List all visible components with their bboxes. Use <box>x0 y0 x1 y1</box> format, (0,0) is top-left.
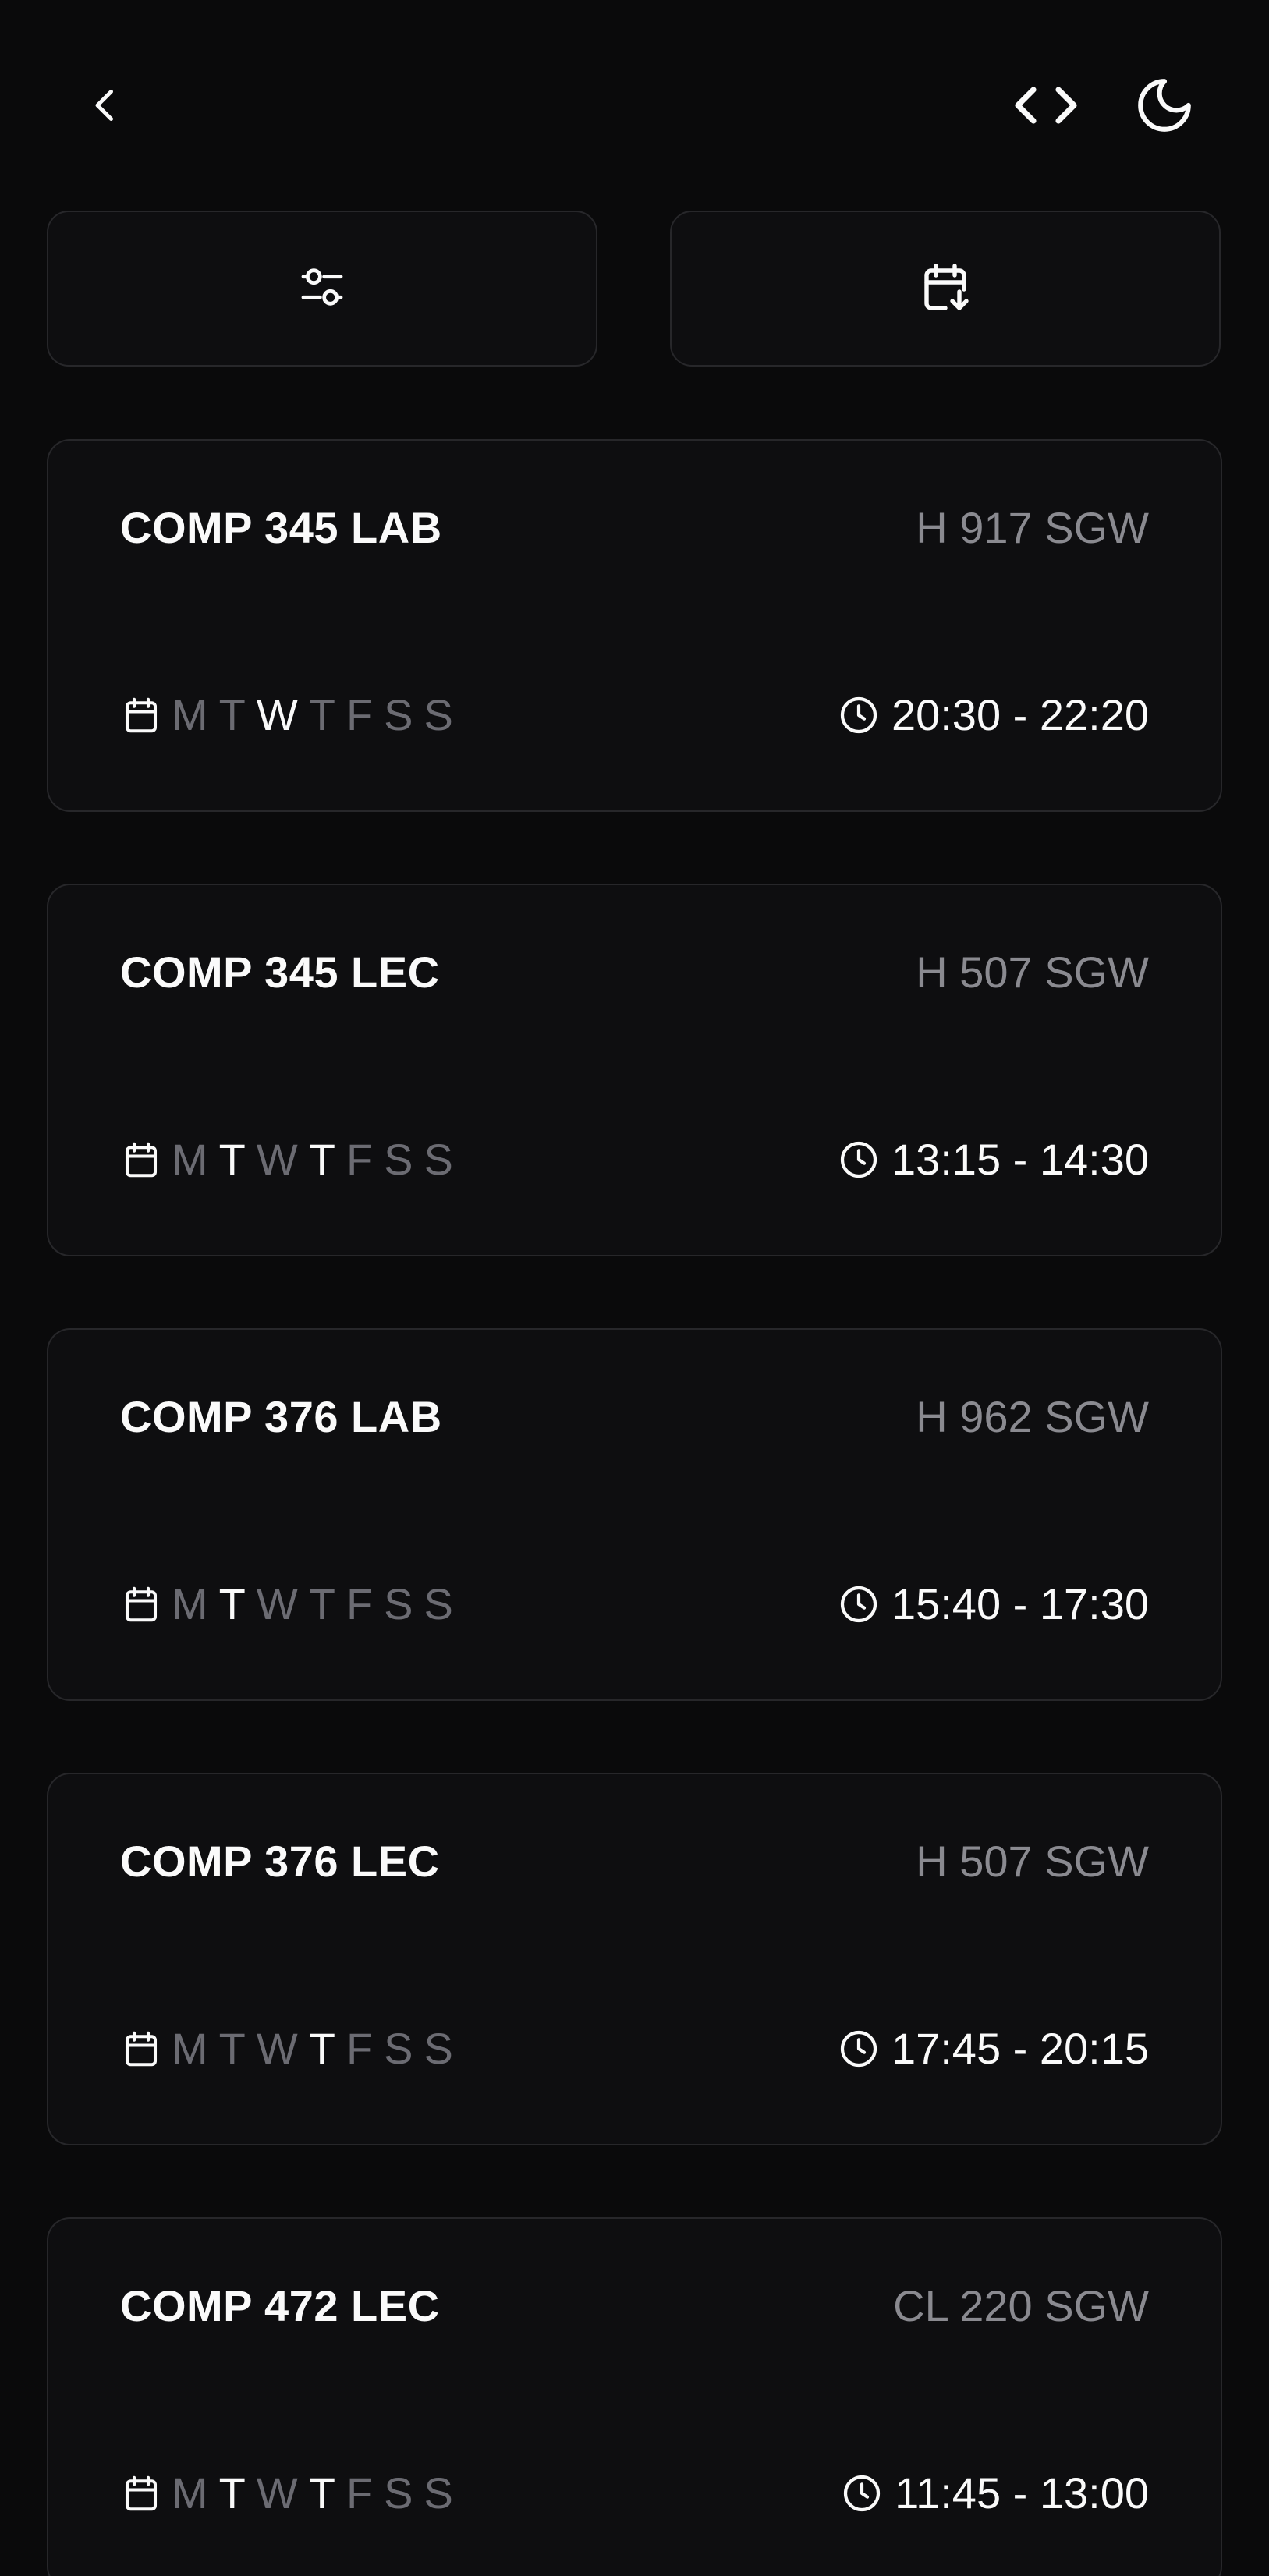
day-m: M <box>172 690 208 739</box>
filter-button[interactable] <box>47 211 597 367</box>
calendar-icon <box>120 1139 162 1181</box>
theme-toggle-button[interactable] <box>1125 66 1203 144</box>
day-f: F <box>346 1135 374 1184</box>
day-w-active: W <box>256 690 298 739</box>
day-m: M <box>172 2468 208 2518</box>
clock-icon <box>837 2027 881 2071</box>
weekday-indicator: MTWTFSS <box>120 692 464 739</box>
calendar-download-icon <box>917 259 973 319</box>
day-t-active: T <box>308 2468 335 2518</box>
course-list: COMP 345 LAB H 917 SGW MTWTFSS 20:30 - 2… <box>47 439 1222 2576</box>
day-s: S <box>424 1579 453 1628</box>
calendar-icon <box>120 1583 162 1625</box>
day-m: M <box>172 2024 208 2073</box>
day-t: T <box>218 2024 246 2073</box>
day-s: S <box>424 1135 453 1184</box>
room-label: H 507 SGW <box>916 948 1149 997</box>
course-card[interactable]: COMP 472 LEC CL 220 SGW MTWTFSS 11:45 - … <box>47 2217 1222 2576</box>
chevron-left-icon <box>82 82 129 129</box>
day-t: T <box>308 1579 335 1628</box>
day-t-active: T <box>218 2468 246 2518</box>
time-text: 13:15 - 14:30 <box>891 1135 1149 1184</box>
clock-icon <box>837 693 881 737</box>
room-label: H 507 SGW <box>916 1837 1149 1886</box>
day-m: M <box>172 1579 208 1628</box>
day-w: W <box>256 1135 298 1184</box>
code-icon <box>1008 68 1083 143</box>
course-name: COMP 472 LEC <box>120 2281 440 2330</box>
time-range: 17:45 - 20:15 <box>837 2025 1149 2072</box>
clock-icon <box>840 2471 884 2515</box>
day-f: F <box>346 690 374 739</box>
day-f: F <box>346 2468 374 2518</box>
export-calendar-button[interactable] <box>670 211 1221 367</box>
day-s: S <box>384 2468 413 2518</box>
weekday-indicator: MTWTFSS <box>120 1136 464 1183</box>
day-t: T <box>218 690 246 739</box>
time-range: 20:30 - 22:20 <box>837 692 1149 739</box>
day-s: S <box>384 2024 413 2073</box>
day-s: S <box>424 2024 453 2073</box>
day-m: M <box>172 1135 208 1184</box>
back-button[interactable] <box>66 66 144 144</box>
day-t-active: T <box>218 1579 246 1628</box>
day-s: S <box>384 1579 413 1628</box>
time-range: 15:40 - 17:30 <box>837 1581 1149 1628</box>
course-card[interactable]: COMP 376 LEC H 507 SGW MTWTFSS 17:45 - 2… <box>47 1773 1222 2145</box>
time-text: 11:45 - 13:00 <box>895 2468 1149 2518</box>
course-name: COMP 376 LAB <box>120 1392 442 1441</box>
course-card[interactable]: COMP 345 LAB H 917 SGW MTWTFSS 20:30 - 2… <box>47 439 1222 812</box>
day-s: S <box>384 1135 413 1184</box>
course-name: COMP 345 LEC <box>120 948 440 997</box>
day-t-active: T <box>308 2024 335 2073</box>
time-text: 17:45 - 20:15 <box>891 2024 1149 2073</box>
sliders-icon <box>297 262 347 316</box>
day-t: T <box>308 690 335 739</box>
time-text: 20:30 - 22:20 <box>891 690 1149 739</box>
time-range: 11:45 - 13:00 <box>840 2470 1149 2517</box>
moon-icon <box>1133 73 1196 137</box>
clock-icon <box>837 1582 881 1626</box>
course-card[interactable]: COMP 376 LAB H 962 SGW MTWTFSS 15:40 - 1… <box>47 1328 1222 1701</box>
code-button[interactable] <box>1007 66 1085 144</box>
schedule-page: COMP 345 LAB H 917 SGW MTWTFSS 20:30 - 2… <box>0 0 1269 2576</box>
day-w: W <box>256 1579 298 1628</box>
course-name: COMP 376 LEC <box>120 1837 440 1886</box>
day-t-active: T <box>218 1135 246 1184</box>
calendar-icon <box>120 2028 162 2070</box>
room-label: H 917 SGW <box>916 503 1149 552</box>
calendar-icon <box>120 694 162 736</box>
weekday-indicator: MTWTFSS <box>120 2470 464 2517</box>
day-s: S <box>384 690 413 739</box>
clock-icon <box>837 1138 881 1182</box>
calendar-icon <box>120 2472 162 2514</box>
day-w: W <box>256 2468 298 2518</box>
time-range: 13:15 - 14:30 <box>837 1136 1149 1183</box>
weekday-indicator: MTWTFSS <box>120 1581 464 1628</box>
day-s: S <box>424 2468 453 2518</box>
weekday-indicator: MTWTFSS <box>120 2025 464 2072</box>
day-w: W <box>256 2024 298 2073</box>
room-label: CL 220 SGW <box>893 2281 1149 2330</box>
header <box>0 0 1269 211</box>
room-label: H 962 SGW <box>916 1392 1149 1441</box>
course-card[interactable]: COMP 345 LEC H 507 SGW MTWTFSS 13:15 - 1… <box>47 884 1222 1256</box>
day-f: F <box>346 1579 374 1628</box>
day-f: F <box>346 2024 374 2073</box>
day-s: S <box>424 690 453 739</box>
day-t-active: T <box>308 1135 335 1184</box>
course-name: COMP 345 LAB <box>120 503 442 552</box>
time-text: 15:40 - 17:30 <box>891 1579 1149 1628</box>
